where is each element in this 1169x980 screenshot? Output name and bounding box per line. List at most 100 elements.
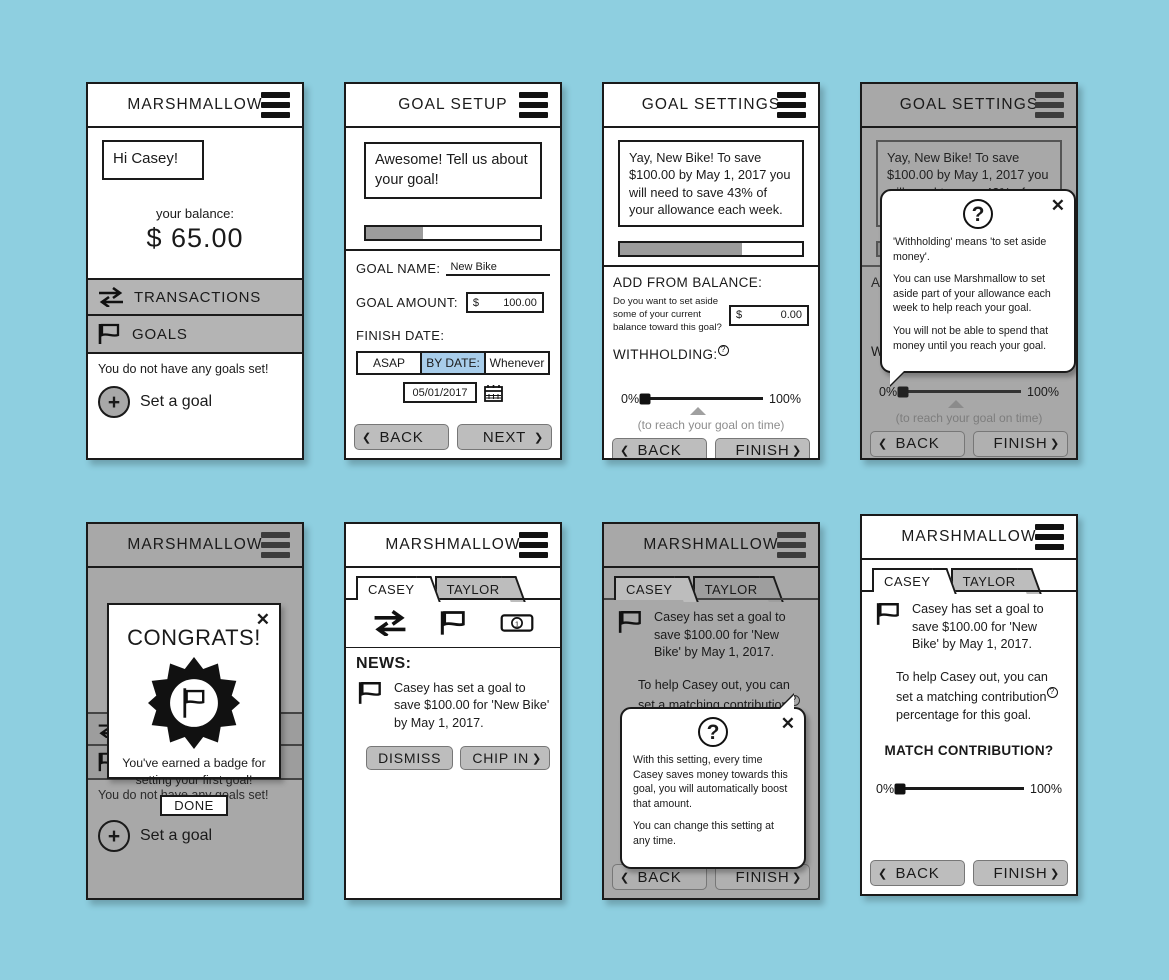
flag-icon: [97, 322, 123, 346]
help-question-icon[interactable]: ?: [717, 344, 729, 356]
currency-symbol: $: [736, 309, 743, 322]
greeting-box: Hi Casey!: [102, 140, 204, 180]
page-title: GOAL SETTINGS: [641, 96, 781, 113]
close-icon[interactable]: ✕: [1051, 197, 1065, 214]
transfer-arrows-icon: [97, 287, 125, 307]
slider-handle[interactable]: [639, 393, 651, 405]
withholding-slider[interactable]: 0% 100% (to reach your goal on time): [613, 388, 809, 432]
close-icon[interactable]: ✕: [256, 611, 270, 628]
tab-casey[interactable]: CASEY: [356, 576, 427, 600]
slider-track[interactable]: [897, 386, 1022, 398]
sidebar-item-transactions[interactable]: TRANSACTIONS: [88, 278, 302, 316]
congrats-message: You've earned a badge for setting your f…: [122, 756, 266, 787]
chevron-right-icon: ❯: [791, 871, 802, 884]
hamburger-menu-icon[interactable]: [261, 92, 290, 118]
page-title: GOAL SETUP: [398, 96, 508, 113]
wizard-nav: ❮ BACK FINISH ❯: [862, 425, 1076, 458]
back-button[interactable]: ❮ BACK: [870, 430, 965, 457]
add-goal-icon[interactable]: +: [98, 386, 130, 418]
tab-casey[interactable]: CASEY: [872, 568, 943, 592]
congrats-modal: ✕ CONGRATS! You've earned a badge for se…: [107, 603, 281, 817]
flag-icon[interactable]: [437, 609, 471, 637]
done-button[interactable]: DONE: [160, 795, 228, 817]
hamburger-menu-icon[interactable]: [777, 92, 806, 118]
tab-taylor[interactable]: TAYLOR: [692, 576, 770, 600]
titlebar: MARSHMALLOW: [604, 524, 818, 568]
chevron-left-icon: ❮: [362, 431, 373, 444]
tooltip-tail: [890, 369, 906, 386]
banknote-icon[interactable]: 1: [500, 612, 534, 634]
tab-casey[interactable]: CASEY: [614, 576, 685, 600]
titlebar: GOAL SETTINGS: [604, 84, 818, 128]
goal-form-panel: GOAL NAME: New Bike GOAL AMOUNT: $ 100.0…: [346, 249, 560, 418]
goal-amount-input[interactable]: $ 100.00: [465, 292, 544, 314]
finish-button[interactable]: FINISH ❯: [973, 430, 1068, 457]
back-button[interactable]: ❮ BACK: [612, 437, 707, 458]
calendar-icon[interactable]: [484, 384, 503, 402]
news-label: NEWS:: [356, 655, 412, 672]
titlebar: MARSHMALLOW: [862, 516, 1076, 560]
dismiss-button[interactable]: DISMISS: [366, 746, 454, 771]
slider-handle[interactable]: [894, 783, 906, 795]
goal-name-label: GOAL NAME:: [356, 261, 441, 277]
titlebar: MARSHMALLOW: [346, 524, 560, 568]
withholding-slider[interactable]: 0% 100% (to reach your goal on time): [871, 381, 1067, 425]
progress-fill: [366, 227, 424, 240]
sidebar-item-goals[interactable]: GOALS: [88, 316, 302, 354]
hamburger-menu-icon[interactable]: [777, 532, 806, 558]
page-title: GOAL SETTINGS: [899, 96, 1039, 113]
slider-track[interactable]: [894, 783, 1025, 795]
help-question-icon[interactable]: ?: [1046, 686, 1058, 698]
back-button[interactable]: ❮ BACK: [354, 424, 449, 450]
chevron-right-icon: ❯: [791, 445, 802, 458]
svg-text:1: 1: [515, 619, 519, 628]
chevron-left-icon: ❮: [878, 438, 889, 451]
profile-tabs: CASEY TAYLOR: [604, 574, 818, 600]
sidebar-item-label: TRANSACTIONS: [134, 288, 262, 306]
transfer-arrows-icon[interactable]: [372, 610, 408, 636]
back-button[interactable]: ❮ BACK: [870, 860, 965, 886]
withholding-help-tooltip: ✕ ? 'Withholding' means 'to set aside mo…: [880, 189, 1076, 386]
finish-date-label: FINISH DATE:: [356, 328, 445, 344]
setup-progress-bar: [618, 241, 804, 258]
slider-track[interactable]: [639, 393, 764, 405]
goal-name-input[interactable]: New Bike: [446, 261, 550, 277]
titlebar: MARSHMALLOW: [88, 84, 302, 128]
screen-goal-settings: GOAL SETTINGS Yay, New Bike! To save $10…: [602, 82, 820, 460]
goal-amount-value: 100.00: [503, 296, 537, 309]
date-option-by-date[interactable]: BY DATE:: [422, 353, 486, 374]
hamburger-menu-icon[interactable]: [519, 532, 548, 558]
page-title: MARSHMALLOW: [901, 528, 1037, 545]
chip-in-button[interactable]: CHIP IN ❯: [460, 746, 550, 771]
screen-goal-settings-help: GOAL SETTINGS Yay, New Bike! To save $10…: [860, 82, 1078, 460]
date-option-whenever[interactable]: Whenever: [486, 353, 548, 373]
finish-button[interactable]: FINISH ❯: [715, 437, 810, 458]
set-goal-label[interactable]: Set a goal: [140, 827, 212, 845]
chevron-right-icon: ❯: [1049, 867, 1060, 880]
date-option-asap[interactable]: ASAP: [358, 353, 422, 374]
hamburger-menu-icon[interactable]: [1035, 92, 1064, 118]
tab-taylor[interactable]: TAYLOR: [434, 576, 512, 600]
congrats-heading: CONGRATS!: [127, 625, 261, 650]
hamburger-menu-icon[interactable]: [261, 532, 290, 558]
hamburger-menu-icon[interactable]: [519, 92, 548, 118]
finish-button[interactable]: FINISH ❯: [973, 860, 1068, 886]
balance-amount-value: 0.00: [780, 309, 802, 322]
flag-icon: [616, 609, 646, 662]
slider-handle[interactable]: [897, 386, 909, 398]
hamburger-menu-icon[interactable]: [1035, 524, 1064, 550]
finish-date-input[interactable]: 05/01/2017: [403, 382, 477, 404]
screen-match-contribution: MARSHMALLOW CASEY TAYLOR Casey has set a…: [860, 514, 1078, 896]
wizard-nav: ❮ BACK FINISH ❯: [604, 432, 818, 458]
slider-hint: (to reach your goal on time): [895, 410, 1043, 425]
match-slider[interactable]: 0% 100%: [874, 782, 1064, 796]
close-icon[interactable]: ✕: [781, 715, 795, 732]
set-goal-label[interactable]: Set a goal: [140, 393, 212, 411]
chevron-left-icon: ❮: [620, 445, 631, 458]
add-goal-icon[interactable]: +: [98, 820, 130, 852]
next-button[interactable]: NEXT ❯: [457, 424, 552, 450]
balance-amount-input[interactable]: $ 0.00: [729, 304, 809, 326]
empty-goals-text: You do not have any goals set!: [98, 362, 269, 376]
tab-taylor[interactable]: TAYLOR: [950, 568, 1028, 592]
slider-max-label: 100%: [1030, 781, 1062, 796]
